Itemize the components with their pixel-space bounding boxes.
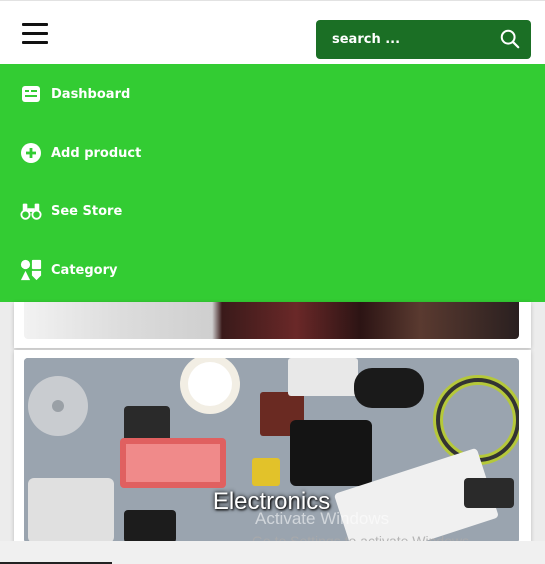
category-image [24,302,519,339]
category-card[interactable] [14,302,531,348]
menu-item-label: See Store [51,203,123,219]
dashboard-icon [20,83,42,105]
activation-watermark-title: Activate Windows [255,509,390,528]
search-icon[interactable] [499,28,521,50]
menu-item-category[interactable]: Category [0,250,545,290]
menu-item-label: Dashboard [51,86,131,102]
search-input[interactable] [316,20,496,59]
menu-item-dashboard[interactable]: Dashboard [0,74,545,114]
menu-item-label: Add product [51,145,142,161]
menu-item-add-product[interactable]: Add product [0,133,545,173]
bottom-scrollbar[interactable] [0,541,545,564]
menu-item-label: Category [51,262,118,278]
hamburger-menu-icon[interactable] [22,22,48,44]
side-menu: Dashboard Add product See Store Category [0,64,545,302]
menu-item-see-store[interactable]: See Store [0,191,545,231]
plus-circle-icon [20,142,42,164]
binoculars-icon [20,200,42,222]
top-navbar [0,0,545,64]
search-box [316,20,531,59]
shapes-icon [20,259,42,281]
